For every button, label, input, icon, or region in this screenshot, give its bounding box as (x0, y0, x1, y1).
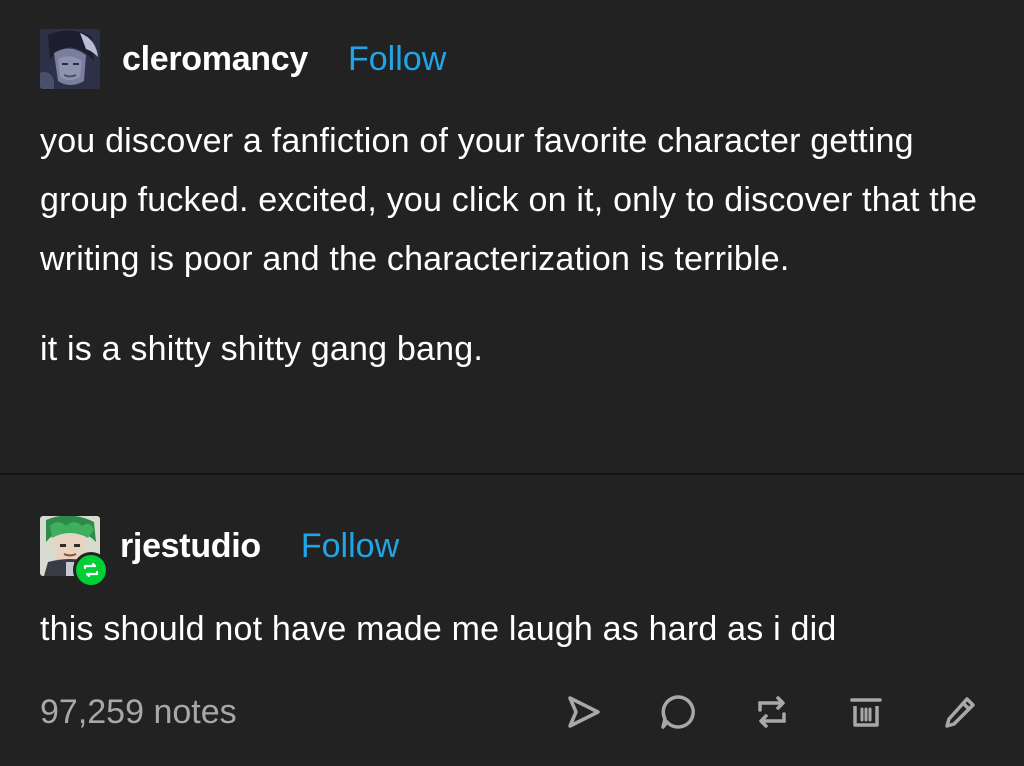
avatar[interactable] (40, 29, 100, 89)
delete-icon (850, 698, 882, 727)
reblog-icon (83, 562, 99, 578)
delete-button[interactable] (842, 688, 890, 736)
avatar[interactable] (40, 516, 109, 588)
reblog-body: this should not have made me laugh as ha… (40, 600, 1000, 659)
reply-icon (661, 695, 695, 729)
post-actions (514, 684, 984, 740)
username[interactable]: cleromancy (122, 40, 308, 79)
share-button[interactable] (560, 688, 608, 736)
post-footer: 97,259 notes (40, 684, 984, 740)
edit-button[interactable] (936, 688, 984, 736)
notes-count[interactable]: 97,259 notes (40, 693, 237, 732)
username[interactable]: rjestudio (120, 527, 261, 566)
reblog-text: this should not have made me laugh as ha… (40, 610, 837, 648)
edit-icon (945, 697, 975, 728)
post-paragraph: it is a shitty shitty gang bang. (40, 330, 483, 368)
original-post: cleromancy Follow you discover a fanfict… (0, 0, 1024, 474)
post-body: you discover a fanfiction of your favori… (40, 112, 1000, 379)
page: cleromancy Follow you discover a fanfict… (0, 0, 1024, 766)
reblog-header: rjestudio Follow (40, 516, 399, 588)
post-paragraph: you discover a fanfiction of your favori… (40, 122, 978, 278)
follow-button[interactable]: Follow (348, 40, 446, 79)
divider (0, 473, 1024, 475)
share-icon (568, 696, 600, 728)
original-post-header: cleromancy Follow (40, 28, 446, 90)
follow-button[interactable]: Follow (301, 527, 399, 566)
reblog-icon (758, 696, 786, 728)
user-avatar-icon (40, 29, 100, 89)
reply-button[interactable] (654, 688, 702, 736)
reblog-badge (73, 552, 109, 588)
reblog-button[interactable] (748, 688, 796, 736)
post: cleromancy Follow you discover a fanfict… (0, 0, 1024, 766)
